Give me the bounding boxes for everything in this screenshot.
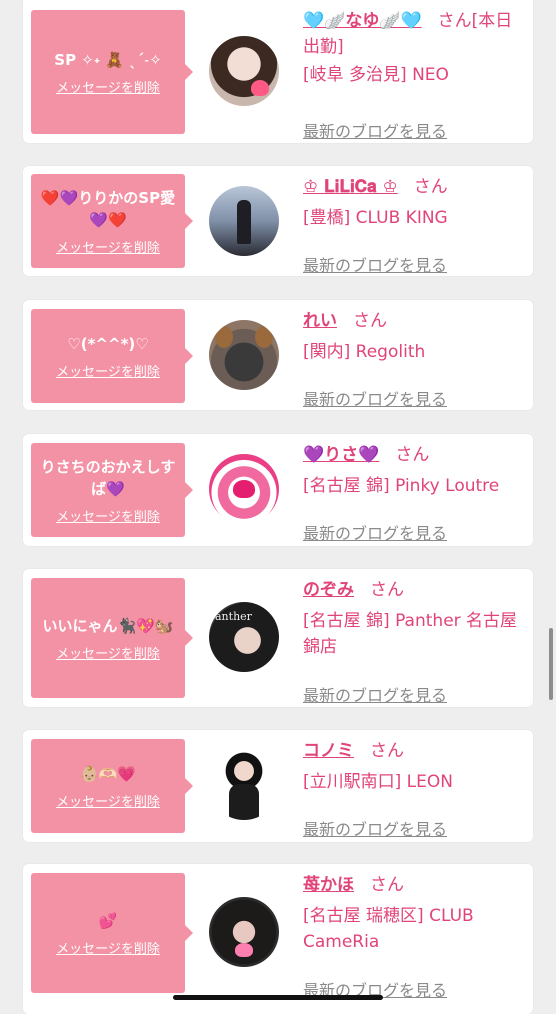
message-bubble: りさちのおかえしすば💜 メッセージを削除 <box>31 443 193 537</box>
message-card: 👶🏼🫶🏻💗 メッセージを削除 コノミ さん [立川駅南口] LEON 最新のブログ… <box>23 730 533 842</box>
shop-text: [名古屋 瑞穂区] CLUB CameRia <box>303 906 474 952</box>
message-card: りさちのおかえしすば💜 メッセージを削除 💜りさ💜 さん [名古屋 錦] Pink… <box>23 434 533 546</box>
cast-name-link[interactable]: 💜りさ💜 <box>303 445 379 465</box>
message-bubble: ❤️💜りりかのSP愛💜❤️ メッセージを削除 <box>31 174 193 268</box>
shop-text: [豊橋] CLUB KING <box>303 208 448 228</box>
honorific: さん <box>437 11 472 31</box>
cast-name-link[interactable]: 苺かほ <box>303 875 354 895</box>
avatar[interactable] <box>209 750 279 820</box>
honorific: さん <box>370 580 404 600</box>
name-line: 苺かほ さん <box>303 872 528 898</box>
cast-info: のぞみ さん [名古屋 錦] Panther 名古屋錦店 最新のブログを見る <box>303 577 528 705</box>
message-card: ♡(*^^*)♡ メッセージを削除 れい さん [関内] Regolith 最新の… <box>23 300 533 410</box>
message-card: 💕 メッセージを削除 苺かほ さん [名古屋 瑞穂区] CLUB CameRia … <box>23 864 533 1014</box>
cast-info: れい さん [関内] Regolith 最新のブログを見る <box>303 308 528 409</box>
delete-message-link[interactable]: メッセージを削除 <box>56 361 160 380</box>
message-text: 💕 <box>98 911 118 930</box>
latest-blog-link[interactable]: 最新のブログを見る <box>303 386 447 410</box>
message-text: ❤️💜りりかのSP愛💜❤️ <box>40 188 176 229</box>
honorific: さん <box>413 177 448 197</box>
heart-icon <box>233 480 255 498</box>
name-line: コノミ さん <box>303 738 528 764</box>
message-text: 👶🏼🫶🏻💗 <box>79 764 137 783</box>
cast-info: ♔ 𝐋𝐢𝐋𝐢𝐂𝐚 ♔ さん [豊橋] CLUB KING 最新のブログを見る <box>303 174 528 275</box>
heart-icon <box>235 943 253 957</box>
name-line: ♔ 𝐋𝐢𝐋𝐢𝐂𝐚 ♔ さん <box>303 174 528 200</box>
delete-message-link[interactable]: メッセージを削除 <box>56 643 160 662</box>
avatar[interactable] <box>209 320 279 390</box>
delete-message-link[interactable]: メッセージを削除 <box>56 237 160 256</box>
avatar-text: anther <box>215 610 252 623</box>
cast-info: コノミ さん [立川駅南口] LEON 最新のブログを見る <box>303 738 528 839</box>
name-line: 🩵🪽なゆ🪽🩵 さん[本日出勤] <box>303 8 528 60</box>
shop-text: [立川駅南口] LEON <box>303 772 453 792</box>
honorific: さん <box>353 311 387 331</box>
cast-name-link[interactable]: のぞみ <box>303 580 354 600</box>
avatar[interactable]: anther <box>209 602 279 672</box>
message-text: ♡(*^^*)♡ <box>67 334 149 353</box>
message-text: SP ✧˖ 🧸 ˎˊ˗✧ <box>54 50 162 69</box>
avatar[interactable] <box>209 36 279 106</box>
message-bubble: SP ✧˖ 🧸 ˎˊ˗✧ メッセージを削除 <box>31 10 193 134</box>
latest-blog-link[interactable]: 最新のブログを見る <box>303 118 447 142</box>
message-text: いいにゃん🐈‍⬛💖🐿️ <box>42 616 174 635</box>
honorific: さん <box>395 445 430 465</box>
latest-blog-link[interactable]: 最新のブログを見る <box>303 816 447 840</box>
latest-blog-link[interactable]: 最新のブログを見る <box>303 520 447 544</box>
cast-name-link[interactable]: コノミ <box>303 741 354 761</box>
name-line: れい さん <box>303 308 528 334</box>
home-indicator[interactable] <box>173 995 383 1000</box>
message-card: いいにゃん🐈‍⬛💖🐿️ メッセージを削除 anther のぞみ さん [名古屋 錦… <box>23 569 533 707</box>
message-text: りさちのおかえしすば💜 <box>40 457 176 498</box>
heart-icon <box>251 80 269 96</box>
cast-name-link[interactable]: 🩵🪽なゆ🪽🩵 <box>303 11 422 31</box>
cast-name-link[interactable]: れい <box>303 311 337 331</box>
name-line: のぞみ さん <box>303 577 528 603</box>
name-line: 💜りさ💜 さん <box>303 442 528 468</box>
avatar[interactable] <box>209 186 279 256</box>
honorific: さん <box>370 875 404 895</box>
dog-ear-right-icon <box>255 326 273 348</box>
avatar[interactable] <box>209 897 279 967</box>
message-card: SP ✧˖ 🧸 ˎˊ˗✧ メッセージを削除 🩵🪽なゆ🪽🩵 さん[本日出勤] [岐阜… <box>23 0 533 143</box>
delete-message-link[interactable]: メッセージを削除 <box>56 938 160 957</box>
latest-blog-link[interactable]: 最新のブログを見る <box>303 252 447 276</box>
shop-text: [名古屋 錦] Pinky Loutre <box>303 476 500 496</box>
delete-message-link[interactable]: メッセージを削除 <box>56 791 160 810</box>
message-bubble: 👶🏼🫶🏻💗 メッセージを削除 <box>31 739 193 833</box>
shop-text: [関内] Regolith <box>303 342 426 362</box>
shop-text: [名古屋 錦] Panther 名古屋錦店 <box>303 611 518 657</box>
avatar-figure <box>237 200 251 244</box>
delete-message-link[interactable]: メッセージを削除 <box>56 506 160 525</box>
shop-text: [岐阜 多治見] NEO <box>303 65 449 85</box>
message-card: ❤️💜りりかのSP愛💜❤️ メッセージを削除 ♔ 𝐋𝐢𝐋𝐢𝐂𝐚 ♔ さん [豊橋]… <box>23 166 533 276</box>
cast-info: 🩵🪽なゆ🪽🩵 さん[本日出勤] [岐阜 多治見] NEO 最新のブログを見る <box>303 8 528 141</box>
delete-message-link[interactable]: メッセージを削除 <box>56 77 160 96</box>
honorific: さん <box>370 741 404 761</box>
cast-info: 💜りさ💜 さん [名古屋 錦] Pinky Loutre 最新のブログを見る <box>303 442 528 543</box>
scrollbar[interactable] <box>549 628 553 700</box>
message-bubble: ♡(*^^*)♡ メッセージを削除 <box>31 309 193 403</box>
avatar[interactable] <box>209 454 279 524</box>
latest-blog-link[interactable]: 最新のブログを見る <box>303 682 447 706</box>
message-bubble: いいにゃん🐈‍⬛💖🐿️ メッセージを削除 <box>31 578 193 698</box>
dog-ear-left-icon <box>215 326 233 348</box>
avatar-figure <box>229 784 259 820</box>
cast-info: 苺かほ さん [名古屋 瑞穂区] CLUB CameRia 最新のブログを見る <box>303 872 528 1000</box>
message-bubble: 💕 メッセージを削除 <box>31 873 193 993</box>
cast-name-link[interactable]: ♔ 𝐋𝐢𝐋𝐢𝐂𝐚 ♔ <box>303 177 398 197</box>
